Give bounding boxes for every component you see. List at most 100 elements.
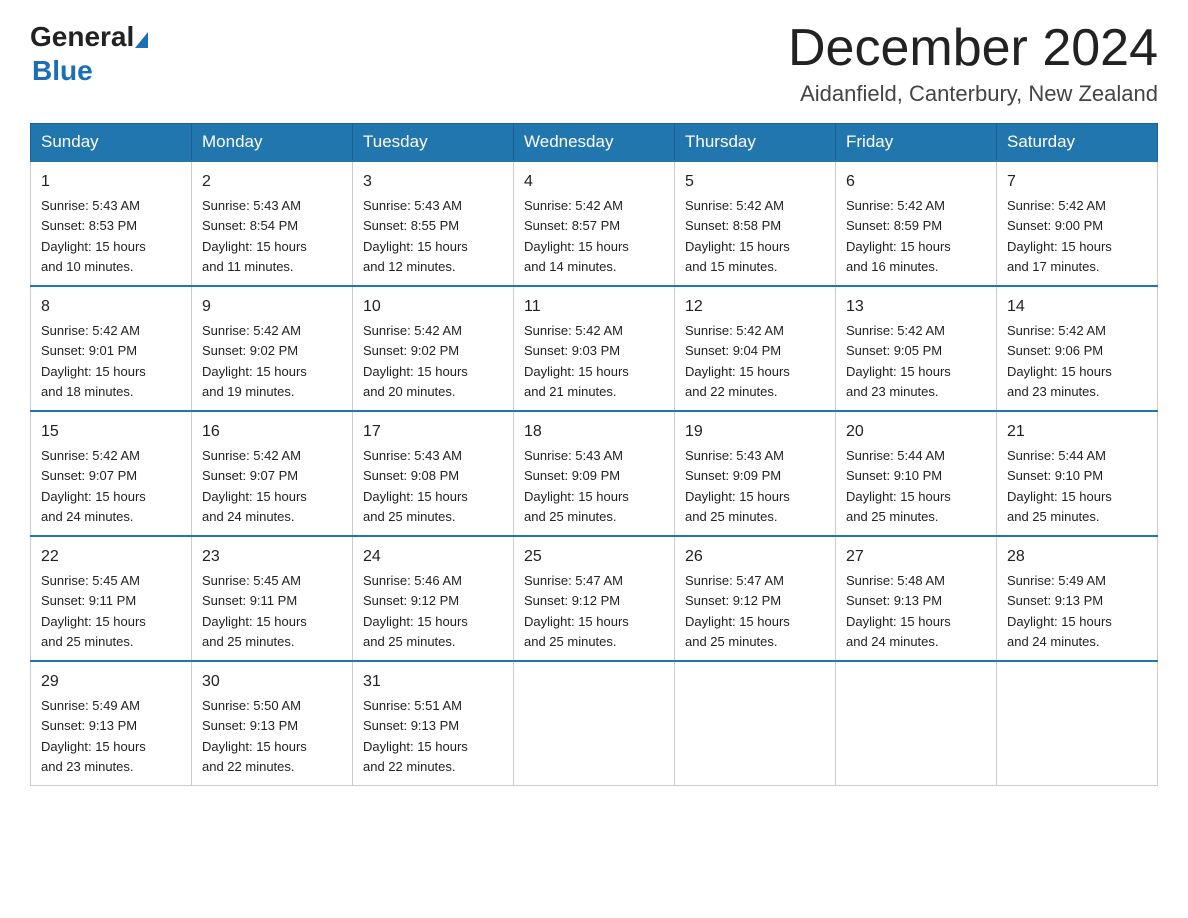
calendar-header: Sunday Monday Tuesday Wednesday Thursday… — [31, 124, 1158, 162]
calendar-cell: 30 Sunrise: 5:50 AMSunset: 9:13 PMDaylig… — [192, 661, 353, 786]
day-number: 16 — [202, 420, 342, 444]
day-info: Sunrise: 5:43 AMSunset: 8:55 PMDaylight:… — [363, 198, 468, 274]
day-info: Sunrise: 5:45 AMSunset: 9:11 PMDaylight:… — [202, 573, 307, 649]
calendar-cell: 25 Sunrise: 5:47 AMSunset: 9:12 PMDaylig… — [514, 536, 675, 661]
day-number: 2 — [202, 170, 342, 194]
day-number: 25 — [524, 545, 664, 569]
day-info: Sunrise: 5:42 AMSunset: 9:04 PMDaylight:… — [685, 323, 790, 399]
day-info: Sunrise: 5:42 AMSunset: 9:00 PMDaylight:… — [1007, 198, 1112, 274]
logo-triangle-icon — [135, 32, 148, 48]
day-number: 19 — [685, 420, 825, 444]
calendar-week-row: 15 Sunrise: 5:42 AMSunset: 9:07 PMDaylig… — [31, 411, 1158, 536]
logo: General Blue — [30, 20, 148, 87]
day-info: Sunrise: 5:43 AMSunset: 8:53 PMDaylight:… — [41, 198, 146, 274]
day-info: Sunrise: 5:42 AMSunset: 9:05 PMDaylight:… — [846, 323, 951, 399]
calendar-cell: 6 Sunrise: 5:42 AMSunset: 8:59 PMDayligh… — [836, 161, 997, 286]
day-info: Sunrise: 5:51 AMSunset: 9:13 PMDaylight:… — [363, 698, 468, 774]
calendar-cell: 8 Sunrise: 5:42 AMSunset: 9:01 PMDayligh… — [31, 286, 192, 411]
calendar-cell: 1 Sunrise: 5:43 AMSunset: 8:53 PMDayligh… — [31, 161, 192, 286]
day-number: 21 — [1007, 420, 1147, 444]
calendar-body: 1 Sunrise: 5:43 AMSunset: 8:53 PMDayligh… — [31, 161, 1158, 786]
calendar-cell: 14 Sunrise: 5:42 AMSunset: 9:06 PMDaylig… — [997, 286, 1158, 411]
calendar-cell: 23 Sunrise: 5:45 AMSunset: 9:11 PMDaylig… — [192, 536, 353, 661]
day-info: Sunrise: 5:42 AMSunset: 8:59 PMDaylight:… — [846, 198, 951, 274]
calendar-cell: 16 Sunrise: 5:42 AMSunset: 9:07 PMDaylig… — [192, 411, 353, 536]
calendar-cell: 13 Sunrise: 5:42 AMSunset: 9:05 PMDaylig… — [836, 286, 997, 411]
calendar-week-row: 22 Sunrise: 5:45 AMSunset: 9:11 PMDaylig… — [31, 536, 1158, 661]
col-wednesday: Wednesday — [514, 124, 675, 162]
day-info: Sunrise: 5:47 AMSunset: 9:12 PMDaylight:… — [524, 573, 629, 649]
col-monday: Monday — [192, 124, 353, 162]
day-number: 23 — [202, 545, 342, 569]
title-block: December 2024 Aidanfield, Canterbury, Ne… — [788, 20, 1158, 107]
day-info: Sunrise: 5:50 AMSunset: 9:13 PMDaylight:… — [202, 698, 307, 774]
day-info: Sunrise: 5:42 AMSunset: 8:58 PMDaylight:… — [685, 198, 790, 274]
calendar-cell: 29 Sunrise: 5:49 AMSunset: 9:13 PMDaylig… — [31, 661, 192, 786]
day-number: 6 — [846, 170, 986, 194]
calendar-cell: 27 Sunrise: 5:48 AMSunset: 9:13 PMDaylig… — [836, 536, 997, 661]
calendar-cell: 24 Sunrise: 5:46 AMSunset: 9:12 PMDaylig… — [353, 536, 514, 661]
calendar-cell: 26 Sunrise: 5:47 AMSunset: 9:12 PMDaylig… — [675, 536, 836, 661]
logo-blue-text: Blue — [32, 55, 93, 86]
col-friday: Friday — [836, 124, 997, 162]
calendar-cell: 3 Sunrise: 5:43 AMSunset: 8:55 PMDayligh… — [353, 161, 514, 286]
day-number: 1 — [41, 170, 181, 194]
day-info: Sunrise: 5:44 AMSunset: 9:10 PMDaylight:… — [1007, 448, 1112, 524]
calendar-cell — [675, 661, 836, 786]
day-number: 30 — [202, 670, 342, 694]
day-number: 9 — [202, 295, 342, 319]
calendar-cell — [836, 661, 997, 786]
calendar-week-row: 29 Sunrise: 5:49 AMSunset: 9:13 PMDaylig… — [31, 661, 1158, 786]
day-number: 11 — [524, 295, 664, 319]
calendar-cell: 21 Sunrise: 5:44 AMSunset: 9:10 PMDaylig… — [997, 411, 1158, 536]
day-number: 24 — [363, 545, 503, 569]
calendar-cell: 20 Sunrise: 5:44 AMSunset: 9:10 PMDaylig… — [836, 411, 997, 536]
calendar-cell: 31 Sunrise: 5:51 AMSunset: 9:13 PMDaylig… — [353, 661, 514, 786]
logo-line2: Blue — [30, 54, 148, 88]
day-info: Sunrise: 5:42 AMSunset: 9:07 PMDaylight:… — [41, 448, 146, 524]
calendar-cell: 12 Sunrise: 5:42 AMSunset: 9:04 PMDaylig… — [675, 286, 836, 411]
day-number: 18 — [524, 420, 664, 444]
calendar-cell: 11 Sunrise: 5:42 AMSunset: 9:03 PMDaylig… — [514, 286, 675, 411]
day-number: 28 — [1007, 545, 1147, 569]
day-info: Sunrise: 5:48 AMSunset: 9:13 PMDaylight:… — [846, 573, 951, 649]
calendar-cell — [997, 661, 1158, 786]
calendar-cell: 17 Sunrise: 5:43 AMSunset: 9:08 PMDaylig… — [353, 411, 514, 536]
day-info: Sunrise: 5:42 AMSunset: 9:06 PMDaylight:… — [1007, 323, 1112, 399]
day-info: Sunrise: 5:42 AMSunset: 9:03 PMDaylight:… — [524, 323, 629, 399]
header-row: Sunday Monday Tuesday Wednesday Thursday… — [31, 124, 1158, 162]
day-number: 17 — [363, 420, 503, 444]
day-info: Sunrise: 5:42 AMSunset: 9:02 PMDaylight:… — [202, 323, 307, 399]
day-number: 4 — [524, 170, 664, 194]
day-number: 13 — [846, 295, 986, 319]
col-tuesday: Tuesday — [353, 124, 514, 162]
day-number: 15 — [41, 420, 181, 444]
day-info: Sunrise: 5:44 AMSunset: 9:10 PMDaylight:… — [846, 448, 951, 524]
day-number: 10 — [363, 295, 503, 319]
calendar-cell: 28 Sunrise: 5:49 AMSunset: 9:13 PMDaylig… — [997, 536, 1158, 661]
day-info: Sunrise: 5:49 AMSunset: 9:13 PMDaylight:… — [41, 698, 146, 774]
location: Aidanfield, Canterbury, New Zealand — [788, 81, 1158, 107]
col-thursday: Thursday — [675, 124, 836, 162]
day-number: 3 — [363, 170, 503, 194]
day-info: Sunrise: 5:43 AMSunset: 9:09 PMDaylight:… — [685, 448, 790, 524]
day-info: Sunrise: 5:43 AMSunset: 9:08 PMDaylight:… — [363, 448, 468, 524]
calendar-cell: 15 Sunrise: 5:42 AMSunset: 9:07 PMDaylig… — [31, 411, 192, 536]
day-number: 14 — [1007, 295, 1147, 319]
calendar-cell: 9 Sunrise: 5:42 AMSunset: 9:02 PMDayligh… — [192, 286, 353, 411]
calendar-cell — [514, 661, 675, 786]
col-saturday: Saturday — [997, 124, 1158, 162]
calendar-cell: 7 Sunrise: 5:42 AMSunset: 9:00 PMDayligh… — [997, 161, 1158, 286]
day-number: 7 — [1007, 170, 1147, 194]
day-info: Sunrise: 5:42 AMSunset: 8:57 PMDaylight:… — [524, 198, 629, 274]
day-info: Sunrise: 5:43 AMSunset: 8:54 PMDaylight:… — [202, 198, 307, 274]
day-info: Sunrise: 5:42 AMSunset: 9:01 PMDaylight:… — [41, 323, 146, 399]
day-number: 29 — [41, 670, 181, 694]
calendar-cell: 2 Sunrise: 5:43 AMSunset: 8:54 PMDayligh… — [192, 161, 353, 286]
day-info: Sunrise: 5:45 AMSunset: 9:11 PMDaylight:… — [41, 573, 146, 649]
day-info: Sunrise: 5:42 AMSunset: 9:02 PMDaylight:… — [363, 323, 468, 399]
day-info: Sunrise: 5:47 AMSunset: 9:12 PMDaylight:… — [685, 573, 790, 649]
day-number: 8 — [41, 295, 181, 319]
calendar-table: Sunday Monday Tuesday Wednesday Thursday… — [30, 123, 1158, 786]
day-number: 22 — [41, 545, 181, 569]
